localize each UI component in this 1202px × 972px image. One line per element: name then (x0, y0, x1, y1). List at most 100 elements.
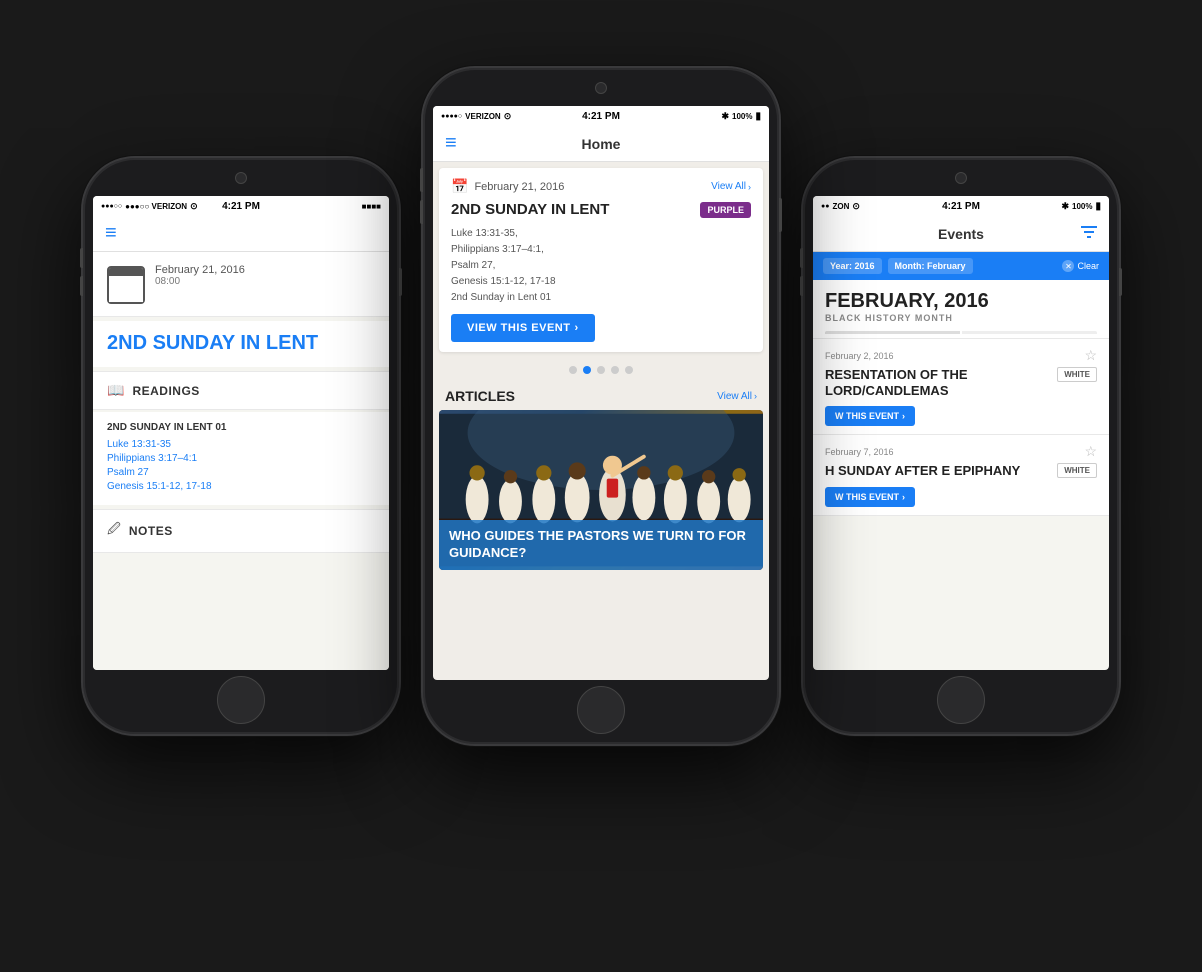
dot-1[interactable] (569, 366, 577, 374)
center-signal: ●●●●○ (441, 113, 462, 120)
reading-line-2: Philippians 3:17–4:1, (451, 242, 751, 258)
center-nav-title: Home (582, 136, 621, 152)
star-icon-2[interactable]: ☆ (1084, 443, 1097, 460)
event-2-view-button[interactable]: W THIS EVENT › (825, 487, 915, 507)
event-time: 08:00 (155, 276, 245, 287)
month-header: FEBRUARY, 2016 BLACK HISTORY MONTH (813, 280, 1109, 339)
reading-line-5: 2nd Sunday in Lent 01 (451, 290, 751, 306)
right-bluetooth: ✱ (1061, 201, 1069, 212)
readings-content: 2ND SUNDAY IN LENT 01 Luke 13:31-35 Phil… (93, 412, 389, 505)
btn-chevron-icon: › (574, 322, 578, 334)
event-2-title-text: H SUNDAY AFTER E EPIPHANY (825, 463, 1020, 478)
reading-link-2[interactable]: Philippians 3:17–4:1 (107, 453, 375, 464)
article-card[interactable]: WHO GUIDES THE PASTORS WE TURN TO FOR GU… (439, 410, 763, 570)
articles-header: ARTICLES View All › (439, 384, 763, 410)
dot-3[interactable] (597, 366, 605, 374)
month-tabs (825, 331, 1097, 334)
right-carrier: ZON (832, 202, 849, 211)
articles-view-all[interactable]: View All › (717, 391, 757, 402)
notes-icon: 🖉 (107, 520, 121, 542)
event-1-view-button[interactable]: W THIS EVENT › (825, 406, 915, 426)
reading-line-1: Luke 13:31-35, (451, 226, 751, 242)
filter-bar: Year: 2016 Month: February ✕ Clear (813, 252, 1109, 280)
event-view-all-text: View All (711, 181, 746, 192)
article-overlay: WHO GUIDES THE PASTORS WE TURN TO FOR GU… (439, 520, 763, 570)
calendar-icon (107, 266, 145, 304)
wifi-left: ⊙ (190, 201, 198, 212)
star-icon-1[interactable]: ☆ (1084, 347, 1097, 364)
center-carrier: VERIZON (465, 112, 501, 121)
left-event-title-section: 2ND SUNDAY IN LENT (93, 321, 389, 367)
phone-center: ●●●●○ VERIZON ⊙ 4:21 PM ✱ 100% ▮ ≡ Home (421, 66, 781, 746)
event-1-date: February 2, 2016 (825, 351, 894, 361)
right-status-right: ✱ 100% ▮ (1061, 201, 1101, 212)
purple-badge: PURPLE (700, 202, 751, 218)
event-2-date-row: February 7, 2016 ☆ (825, 443, 1097, 460)
center-status-bar: ●●●●○ VERIZON ⊙ 4:21 PM ✱ 100% ▮ (433, 106, 769, 126)
filter-icon (1081, 225, 1097, 239)
signal-dots: ●●●○○ (101, 203, 122, 210)
tab-left (825, 331, 960, 334)
reading-line-4: Genesis 15:1-12, 17-18 (451, 274, 751, 290)
month-title: FEBRUARY, 2016 (825, 290, 1097, 313)
chevron-right-icon: › (748, 182, 751, 192)
right-battery-pct: 100% (1072, 202, 1092, 211)
event-1-title-row: RESENTATION OF THE LORD/CANDLEMAS WHITE (825, 367, 1097, 403)
right-battery-icon: ▮ (1095, 201, 1101, 212)
center-battery-icon: ▮ (755, 111, 761, 122)
left-status-left: ●●●○○ ●●●○○ VERIZON ⊙ (101, 201, 198, 212)
clear-icon: ✕ (1062, 260, 1074, 272)
time-left: 4:21 PM (222, 201, 260, 212)
cal-top (109, 268, 143, 276)
filter-button[interactable] (1081, 225, 1097, 242)
right-signal: ●● (821, 203, 829, 210)
view-event-button[interactable]: VIEW THIS EVENT › (451, 314, 595, 342)
tab-right (962, 331, 1097, 334)
event-1-btn-text: W THIS EVENT (835, 411, 899, 421)
event-date-info: February 21, 2016 08:00 (155, 264, 245, 287)
event-card-header: 📅 February 21, 2016 View All › (451, 178, 751, 195)
carrier-left: ●●●○○ VERIZON (125, 202, 187, 211)
carousel-dots (433, 358, 769, 380)
dot-4[interactable] (611, 366, 619, 374)
left-content: February 21, 2016 08:00 2ND SUNDAY IN LE… (93, 252, 389, 670)
event-list-item-1: February 2, 2016 ☆ RESENTATION OF THE LO… (813, 339, 1109, 435)
left-menu-button[interactable]: ≡ (105, 222, 117, 245)
center-screen: ●●●●○ VERIZON ⊙ 4:21 PM ✱ 100% ▮ ≡ Home (433, 106, 769, 680)
phone-left: ●●●○○ ●●●○○ VERIZON ⊙ 4:21 PM ■■■■ ≡ (81, 156, 401, 736)
reading-link-3[interactable]: Psalm 27 (107, 467, 375, 478)
articles-view-all-text: View All (717, 391, 752, 402)
event-card-date-text: February 21, 2016 (474, 181, 564, 193)
clear-label: Clear (1077, 261, 1099, 271)
event-1-title-text: RESENTATION OF THE LORD/CANDLEMAS (825, 367, 968, 398)
reading-link-1[interactable]: Luke 13:31-35 (107, 439, 375, 450)
view-event-btn-text: VIEW THIS EVENT (467, 322, 570, 334)
event-2-title: H SUNDAY AFTER E EPIPHANY (825, 463, 1020, 479)
articles-title: ARTICLES (445, 388, 515, 404)
readings-header: 📖 READINGS (93, 371, 389, 410)
event-date: February 21, 2016 (155, 264, 245, 276)
left-screen: ●●●○○ ●●●○○ VERIZON ⊙ 4:21 PM ■■■■ ≡ (93, 196, 389, 670)
book-icon: 📖 (107, 382, 124, 399)
articles-chevron-icon: › (754, 391, 757, 401)
dot-2[interactable] (583, 366, 591, 374)
month-chip[interactable]: Month: February (888, 258, 973, 274)
right-nav-title: Events (938, 226, 984, 242)
dot-5[interactable] (625, 366, 633, 374)
reading-link-4[interactable]: Genesis 15:1-12, 17-18 (107, 481, 375, 492)
event-card-title-row: 2ND SUNDAY IN LENT PURPLE (451, 201, 751, 218)
phones-container: ●●●○○ ●●●○○ VERIZON ⊙ 4:21 PM ■■■■ ≡ (51, 36, 1151, 936)
event-2-date: February 7, 2016 (825, 447, 894, 457)
event-2-btn-chevron: › (902, 492, 905, 502)
event-2-btn-text: W THIS EVENT (835, 492, 899, 502)
event-card-title: 2ND SUNDAY IN LENT (451, 201, 609, 218)
clear-filter-button[interactable]: ✕ Clear (1062, 260, 1099, 272)
center-status-left: ●●●●○ VERIZON ⊙ (441, 111, 511, 122)
event-view-all[interactable]: View All › (711, 181, 751, 192)
notes-label: NOTES (129, 524, 173, 538)
center-menu-button[interactable]: ≡ (445, 132, 457, 155)
cal-body (109, 276, 143, 302)
year-chip[interactable]: Year: 2016 (823, 258, 882, 274)
reading-line-3: Psalm 27, (451, 258, 751, 274)
event-1-badge: WHITE (1057, 367, 1097, 382)
